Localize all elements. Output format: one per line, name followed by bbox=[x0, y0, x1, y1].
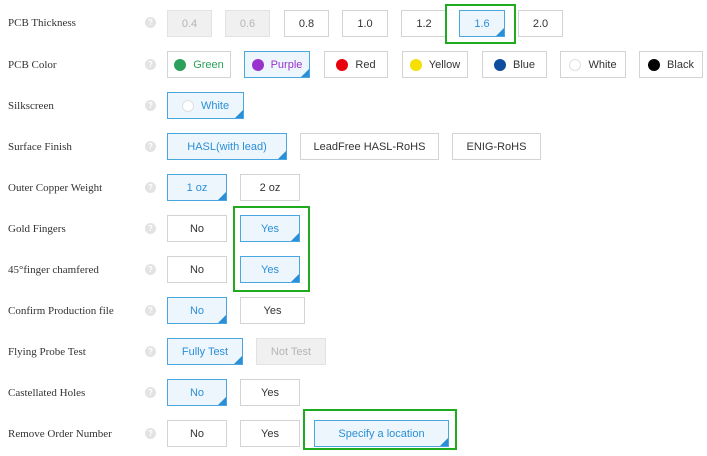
confirm-production-option-no[interactable]: No bbox=[167, 297, 227, 324]
copper-weight-option-2oz[interactable]: 2 oz bbox=[240, 174, 300, 201]
remove-order-option-specify-location[interactable]: Specify a location bbox=[314, 420, 449, 447]
black-swatch-icon bbox=[648, 58, 661, 71]
yellow-swatch-icon bbox=[409, 58, 422, 71]
color-option-green[interactable]: Green bbox=[167, 51, 231, 78]
remove-order-option-yes[interactable]: Yes bbox=[240, 420, 300, 447]
help-icon[interactable]: ? bbox=[145, 100, 156, 111]
help-icon[interactable]: ? bbox=[145, 305, 156, 316]
green-swatch-icon bbox=[174, 58, 187, 71]
remove-order-option-no[interactable]: No bbox=[167, 420, 227, 447]
color-option-label: Blue bbox=[512, 58, 536, 71]
help-icon[interactable]: ? bbox=[145, 59, 156, 70]
blue-swatch-icon bbox=[493, 58, 506, 71]
purple-swatch-icon bbox=[251, 58, 264, 71]
flying-probe-test-label: Flying Probe Test bbox=[8, 346, 86, 358]
flying-probe-option-not-test[interactable]: Not Test bbox=[256, 338, 326, 365]
castellated-holes-option-no[interactable]: No bbox=[167, 379, 227, 406]
outer-copper-weight-label: Outer Copper Weight bbox=[8, 182, 103, 194]
silkscreen-option-white[interactable]: White bbox=[167, 92, 244, 119]
color-option-yellow[interactable]: Yellow bbox=[402, 51, 468, 78]
flying-probe-option-fully-test[interactable]: Fully Test bbox=[167, 338, 243, 365]
color-option-label: Yellow bbox=[428, 58, 461, 71]
gold-fingers-label: Gold Fingers bbox=[8, 223, 66, 235]
surface-finish-label: Surface Finish bbox=[8, 141, 72, 153]
pcb-thickness-label: PCB Thickness bbox=[8, 17, 76, 29]
help-icon[interactable]: ? bbox=[145, 264, 156, 275]
thickness-option-2.0[interactable]: 2.0 bbox=[518, 10, 563, 37]
silkscreen-label: Silkscreen bbox=[8, 100, 54, 112]
remove-order-number-label: Remove Order Number bbox=[8, 428, 112, 440]
copper-weight-option-1oz[interactable]: 1 oz bbox=[167, 174, 227, 201]
color-option-blue[interactable]: Blue bbox=[482, 51, 547, 78]
castellated-holes-label: Castellated Holes bbox=[8, 387, 86, 399]
finger-chamfered-label: 45°finger chamfered bbox=[8, 264, 99, 276]
surface-finish-option-hasl[interactable]: HASL(with lead) bbox=[167, 133, 287, 160]
pcb-color-label: PCB Color bbox=[8, 59, 57, 71]
help-icon[interactable]: ? bbox=[145, 223, 156, 234]
help-icon[interactable]: ? bbox=[145, 346, 156, 357]
color-option-red[interactable]: Red bbox=[324, 51, 388, 78]
thickness-option-0.4[interactable]: 0.4 bbox=[167, 10, 212, 37]
silkscreen-option-label: White bbox=[200, 99, 230, 112]
confirm-production-option-yes[interactable]: Yes bbox=[240, 297, 305, 324]
color-option-label: Black bbox=[667, 58, 694, 71]
castellated-holes-option-yes[interactable]: Yes bbox=[240, 379, 300, 406]
help-icon[interactable]: ? bbox=[145, 428, 156, 439]
thickness-option-0.6[interactable]: 0.6 bbox=[225, 10, 270, 37]
color-option-label: White bbox=[588, 58, 617, 71]
help-icon[interactable]: ? bbox=[145, 182, 156, 193]
color-option-white[interactable]: White bbox=[560, 51, 626, 78]
confirm-production-file-label: Confirm Production file bbox=[8, 305, 114, 317]
finger-chamfered-option-no[interactable]: No bbox=[167, 256, 227, 283]
gold-fingers-option-no[interactable]: No bbox=[167, 215, 227, 242]
color-option-purple[interactable]: Purple bbox=[244, 51, 310, 78]
surface-finish-option-enig[interactable]: ENIG-RoHS bbox=[452, 133, 541, 160]
thickness-option-1.6[interactable]: 1.6 bbox=[459, 10, 505, 37]
finger-chamfered-option-yes[interactable]: Yes bbox=[240, 256, 300, 283]
help-icon[interactable]: ? bbox=[145, 17, 156, 28]
color-option-label: Red bbox=[355, 58, 376, 71]
help-icon[interactable]: ? bbox=[145, 387, 156, 398]
red-swatch-icon bbox=[336, 58, 349, 71]
color-option-black[interactable]: Black bbox=[639, 51, 703, 78]
thickness-option-1.2[interactable]: 1.2 bbox=[401, 10, 447, 37]
thickness-option-1.0[interactable]: 1.0 bbox=[342, 10, 388, 37]
surface-finish-option-leadfree[interactable]: LeadFree HASL-RoHS bbox=[300, 133, 439, 160]
help-icon[interactable]: ? bbox=[145, 141, 156, 152]
thickness-option-0.8[interactable]: 0.8 bbox=[284, 10, 329, 37]
color-option-label: Purple bbox=[270, 58, 303, 71]
gold-fingers-option-yes[interactable]: Yes bbox=[240, 215, 300, 242]
white-swatch-icon bbox=[181, 99, 194, 112]
white-swatch-icon bbox=[569, 58, 582, 71]
color-option-label: Green bbox=[193, 58, 224, 71]
